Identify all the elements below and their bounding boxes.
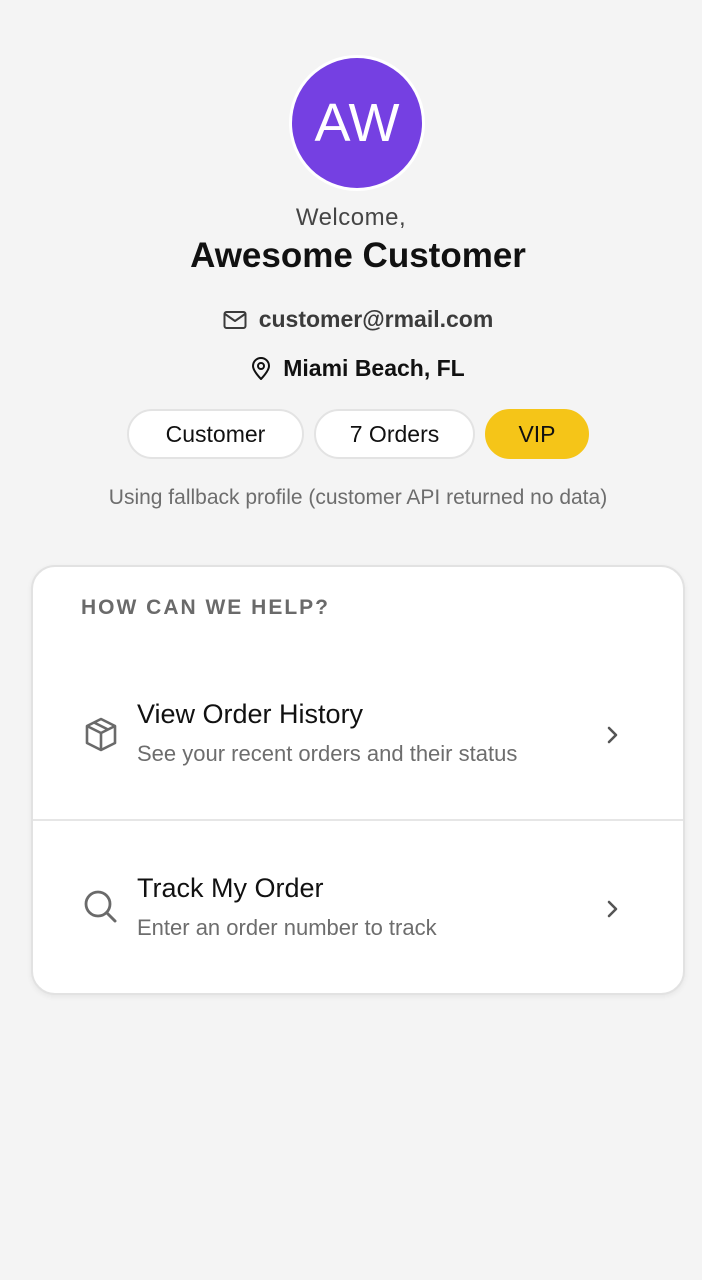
location-text: Miami Beach, FL bbox=[283, 355, 465, 381]
chevron-right-icon bbox=[607, 726, 618, 744]
help-card-title: HOW CAN WE HELP? bbox=[81, 596, 330, 619]
email-row: customer@rmail.com bbox=[0, 306, 702, 333]
orders-count-badge: 7 Orders bbox=[314, 409, 475, 459]
profile-page: AW Welcome, Awesome Customer customer@rm… bbox=[0, 0, 702, 1280]
option-title: Track My Order bbox=[137, 873, 324, 903]
vip-badge: VIP bbox=[485, 409, 589, 459]
track-my-order-option[interactable]: Track My Order Enter an order number to … bbox=[33, 845, 683, 965]
profile-badges: Customer 7 Orders VIP bbox=[0, 409, 702, 459]
avatar: AW bbox=[292, 58, 422, 188]
fallback-notice: Using fallback profile (customer API ret… bbox=[108, 486, 608, 509]
search-icon bbox=[84, 890, 117, 923]
option-divider bbox=[33, 819, 683, 821]
role-badge: Customer bbox=[127, 409, 304, 459]
mail-icon bbox=[223, 310, 247, 329]
avatar-initials: AW bbox=[314, 93, 400, 153]
email-text: customer@rmail.com bbox=[258, 306, 494, 332]
help-card: HOW CAN WE HELP? View Order History See … bbox=[31, 565, 685, 995]
option-subtitle: Enter an order number to track bbox=[137, 915, 437, 940]
customer-name: Awesome Customer bbox=[190, 236, 526, 275]
option-subtitle: See your recent orders and their status bbox=[137, 741, 518, 766]
location-row: Miami Beach, FL bbox=[0, 355, 702, 382]
package-icon bbox=[85, 717, 117, 752]
welcome-text: Welcome, bbox=[295, 204, 407, 231]
option-title: View Order History bbox=[137, 699, 364, 729]
view-order-history-option[interactable]: View Order History See your recent order… bbox=[33, 671, 683, 791]
chevron-right-icon bbox=[607, 900, 618, 918]
map-pin-icon bbox=[252, 356, 271, 380]
